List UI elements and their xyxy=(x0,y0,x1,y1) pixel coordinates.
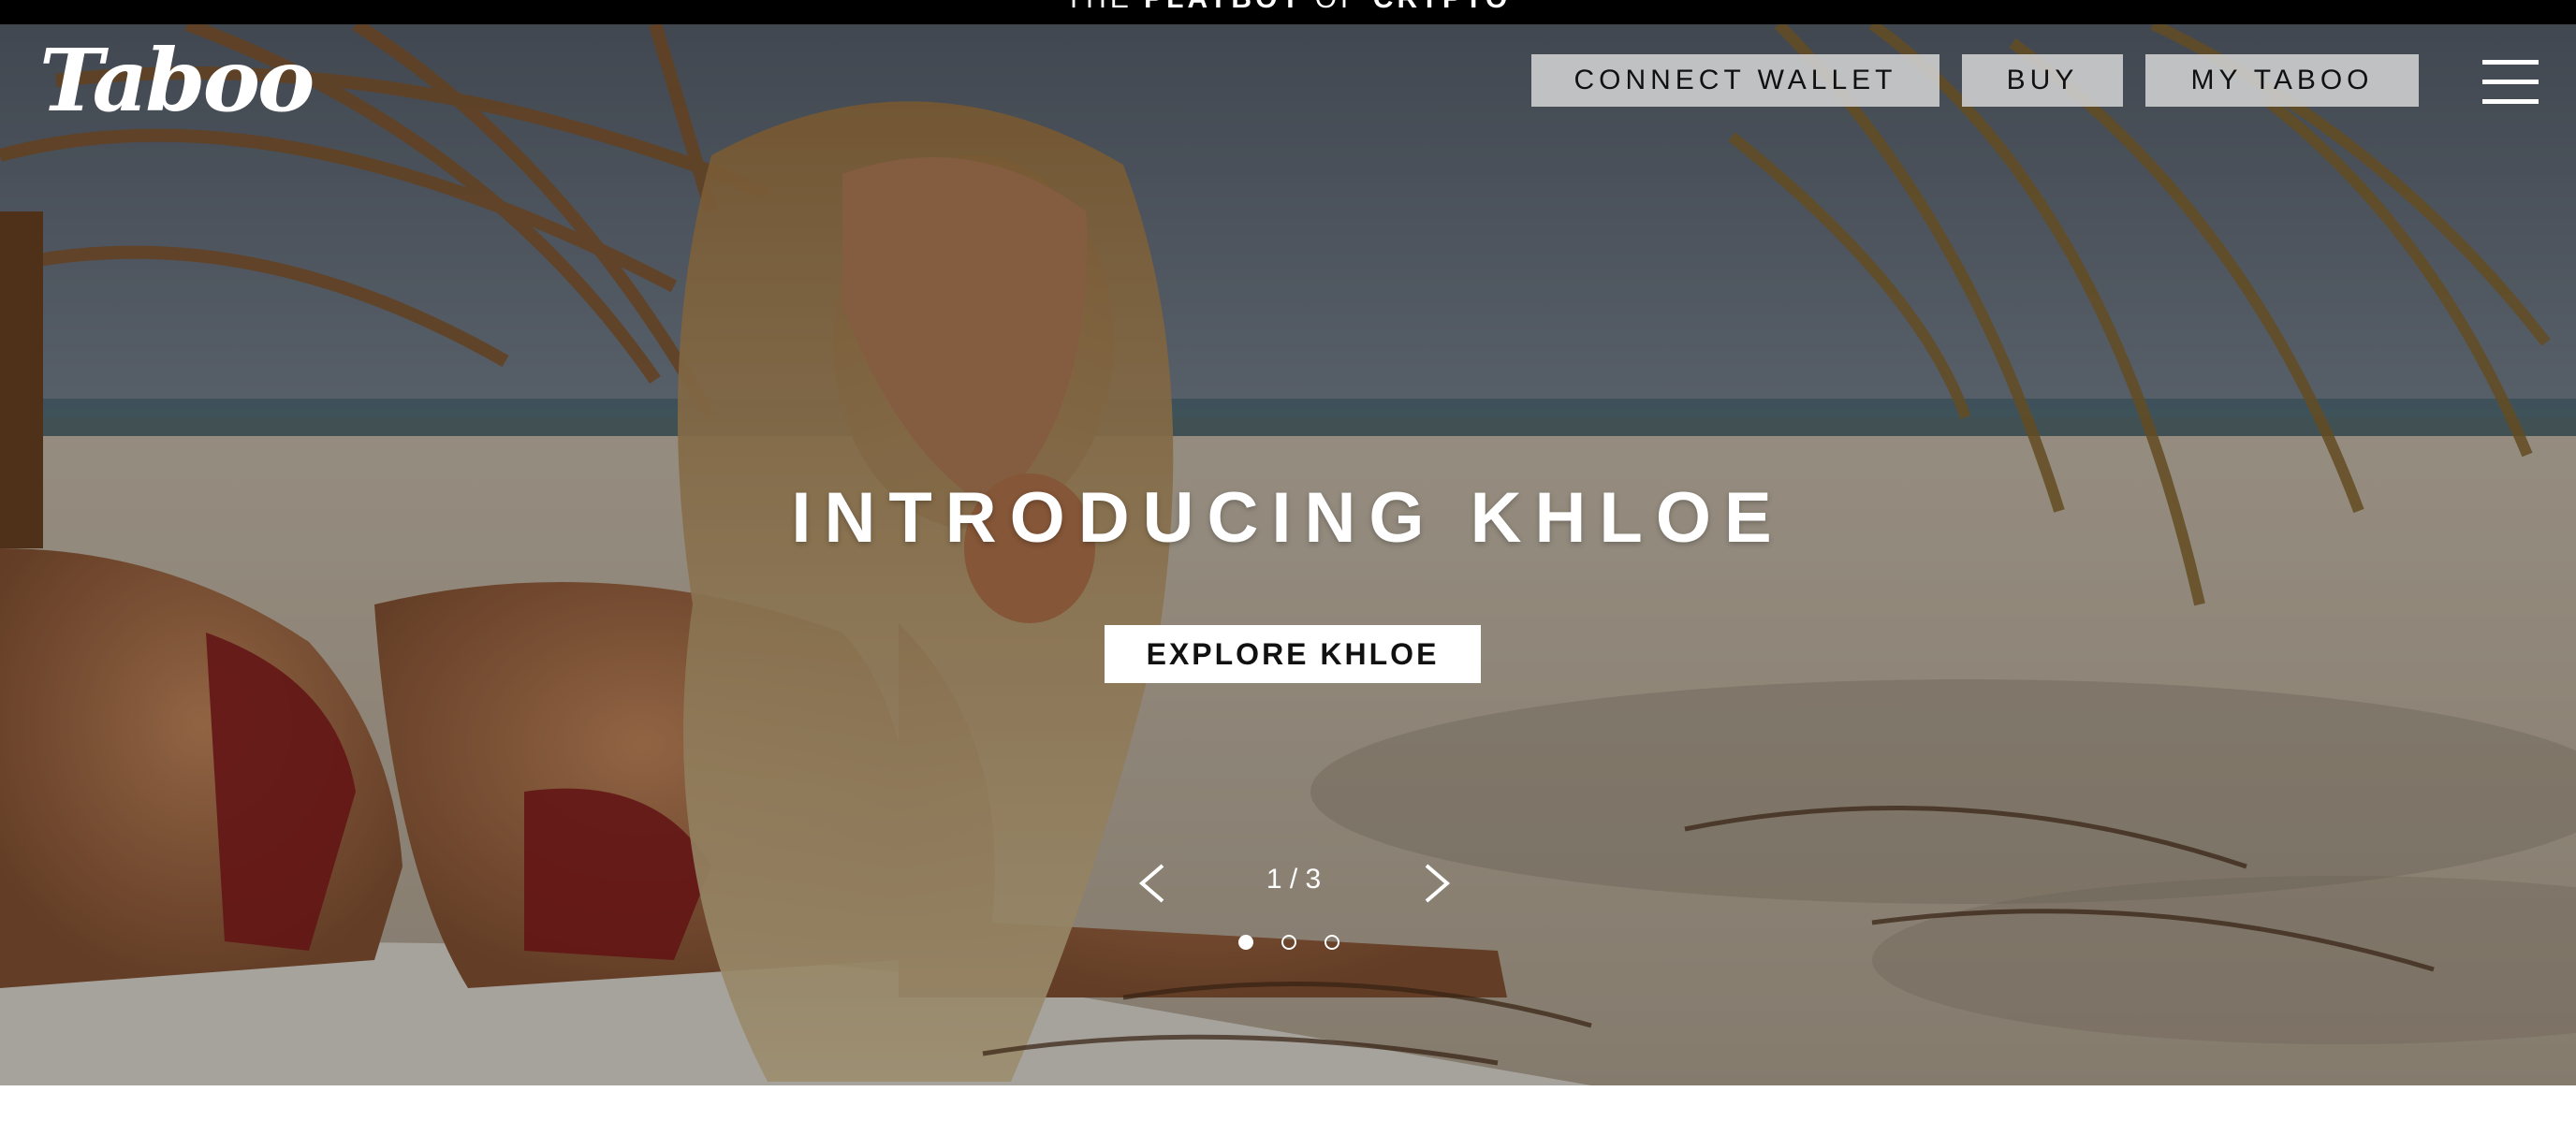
menu-line-bottom xyxy=(2482,99,2539,104)
announcement-bold-1: PLAYBOY xyxy=(1144,0,1303,14)
announcement-banner: THE PLAYBOY OF CRYPTO xyxy=(0,0,2576,24)
slide-dot-3[interactable] xyxy=(1325,935,1339,950)
announcement-bold-2: CRYPTO xyxy=(1373,0,1511,14)
hero-section: INTRODUCING KHLOE EXPLORE KHLOE 1 / 3 xyxy=(0,24,2576,1085)
chevron-right-icon[interactable] xyxy=(1419,862,1456,905)
taboo-logo[interactable]: Taboo xyxy=(39,37,315,124)
hero-title: INTRODUCING KHLOE xyxy=(791,478,1785,558)
buy-button[interactable]: BUY xyxy=(1962,54,2123,107)
announcement-text: THE PLAYBOY OF CRYPTO xyxy=(0,0,2576,15)
connect-wallet-button[interactable]: CONNECT WALLET xyxy=(1531,54,1939,107)
slide-counter: 1 / 3 xyxy=(1266,864,1322,895)
menu-line-middle xyxy=(2482,80,2539,84)
hamburger-menu-icon[interactable] xyxy=(2482,60,2539,105)
slide-dot-1[interactable] xyxy=(1238,935,1253,950)
explore-button[interactable]: EXPLORE KHLOE xyxy=(1105,625,1481,683)
menu-line-top xyxy=(2482,60,2539,65)
slide-dot-2[interactable] xyxy=(1281,935,1296,950)
my-taboo-button[interactable]: MY TABOO xyxy=(2145,54,2419,107)
announcement-prefix: THE xyxy=(1065,0,1133,14)
page: THE PLAYBOY OF CRYPTO xyxy=(0,0,2576,1121)
announcement-middle: OF xyxy=(1315,0,1362,14)
chevron-left-icon[interactable] xyxy=(1133,862,1170,905)
